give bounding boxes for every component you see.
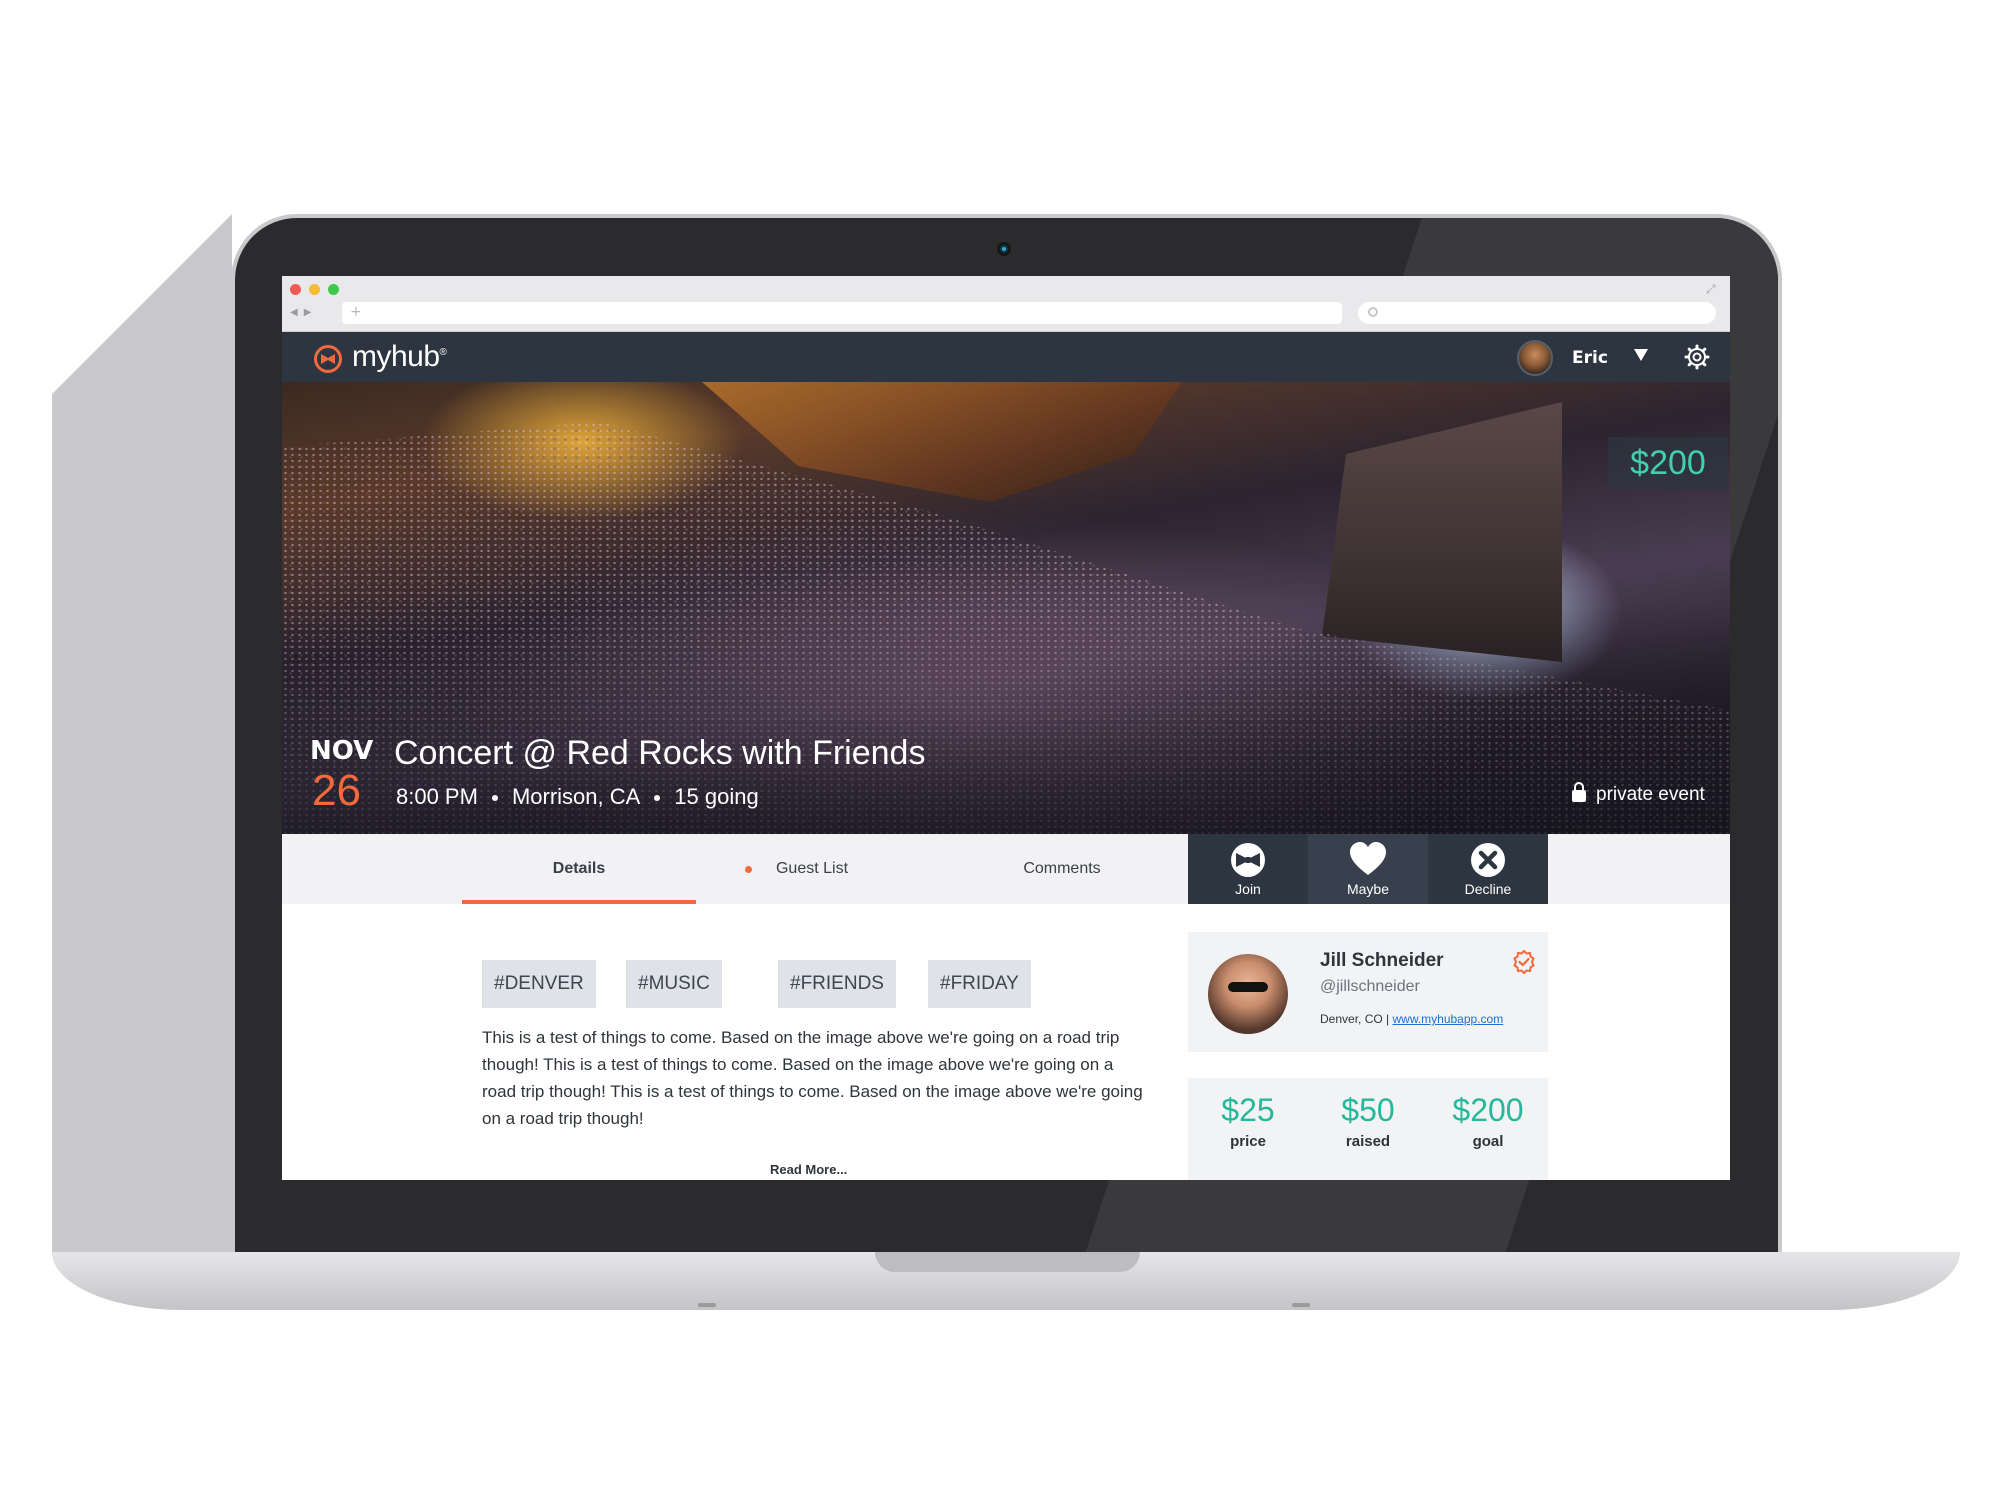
host-location-text: Denver, CO |: [1320, 1012, 1393, 1026]
stat-goal: $200 goal: [1428, 1092, 1548, 1150]
laptop-hinge-notch: [875, 1252, 1140, 1272]
host-website-link[interactable]: www.myhubapp.com: [1392, 1012, 1503, 1026]
bowtie-icon: [1231, 843, 1265, 877]
laptop-foot: [1292, 1303, 1310, 1307]
bowtie-logo-icon[interactable]: [314, 345, 342, 373]
user-name[interactable]: Eric: [1572, 348, 1608, 368]
stat-raised: $50 raised: [1308, 1092, 1428, 1150]
decline-button[interactable]: Decline: [1428, 834, 1548, 904]
hashtag-chip[interactable]: #MUSIC: [626, 960, 722, 1008]
tab-guest-list[interactable]: Guest List: [742, 834, 882, 904]
stat-label: goal: [1472, 1133, 1504, 1150]
event-month: NOV: [310, 736, 374, 766]
webcam: [997, 242, 1011, 256]
event-going-count[interactable]: 15 going: [674, 784, 758, 809]
logo-text: myhub: [352, 340, 440, 373]
logo-trademark: ®: [439, 347, 447, 358]
verified-badge-icon: [1513, 950, 1535, 974]
address-bar[interactable]: +: [342, 302, 1342, 324]
stat-price: $25 price: [1188, 1092, 1308, 1150]
event-day: 26: [312, 766, 361, 815]
window-zoom-button[interactable]: [328, 284, 339, 295]
host-name[interactable]: Jill Schneider: [1320, 950, 1444, 972]
stat-value: $25: [1221, 1092, 1275, 1128]
app-logo[interactable]: myhub®: [352, 340, 447, 374]
stat-label: price: [1230, 1133, 1266, 1150]
host-avatar[interactable]: [1208, 954, 1288, 1034]
stat-value: $50: [1341, 1092, 1395, 1128]
meta-separator: [654, 795, 661, 802]
join-button[interactable]: Join: [1188, 834, 1308, 904]
laptop-screen: ◀▶ + ⤢ myhub® Eric $200 NOV 26 Concert @…: [282, 276, 1730, 1180]
stat-label: raised: [1345, 1133, 1391, 1150]
hashtag-chip[interactable]: #FRIDAY: [928, 960, 1031, 1008]
browser-nav-arrows-icon[interactable]: ◀▶: [290, 304, 328, 322]
lock-icon: [1572, 782, 1586, 802]
hashtag-chip[interactable]: #FRIENDS: [778, 960, 896, 1008]
window-close-button[interactable]: [290, 284, 301, 295]
close-circle-icon: [1471, 843, 1505, 877]
event-location: Morrison, CA: [511, 784, 641, 809]
rsvp-actions: Join Maybe Decline: [1188, 834, 1548, 904]
host-location: Denver, CO | www.myhubapp.com: [1320, 1012, 1503, 1026]
privacy-label: private event: [1596, 784, 1705, 805]
fullscreen-icon[interactable]: ⤢: [1706, 282, 1716, 297]
browser-chrome: ◀▶ + ⤢: [282, 276, 1730, 332]
maybe-button[interactable]: Maybe: [1308, 834, 1428, 904]
host-handle: @jillschneider: [1320, 978, 1420, 995]
join-label: Join: [1235, 881, 1261, 897]
heart-icon: [1350, 842, 1386, 875]
decline-label: Decline: [1464, 881, 1512, 897]
event-hero-image: $200 NOV 26 Concert @ Red Rocks with Fri…: [282, 382, 1730, 834]
funding-stats: $25 price $50 raised $200 goal: [1188, 1078, 1548, 1180]
host-profile-card[interactable]: Jill Schneider @jillschneider Denver, CO…: [1188, 932, 1548, 1052]
event-title: Concert @ Red Rocks with Friends: [394, 734, 926, 772]
event-tabbar: Details Guest List Comments Join Maybe D…: [282, 834, 1730, 904]
window-minimize-button[interactable]: [309, 284, 320, 295]
gear-icon[interactable]: [1684, 344, 1710, 370]
event-description: This is a test of things to come. Based …: [482, 1028, 1143, 1128]
browser-search-input[interactable]: [1358, 302, 1716, 324]
new-tab-plus-icon[interactable]: +: [350, 304, 362, 320]
maybe-label: Maybe: [1346, 881, 1390, 897]
app-header: myhub® Eric: [282, 332, 1730, 382]
event-time: 8:00 PM: [396, 784, 478, 809]
chevron-down-icon[interactable]: [1634, 349, 1648, 361]
laptop-foot: [698, 1303, 716, 1307]
stat-value: $200: [1452, 1092, 1524, 1128]
search-icon: [1368, 307, 1378, 317]
user-avatar[interactable]: [1517, 340, 1553, 376]
event-meta: 8:00 PM Morrison, CA 15 going: [396, 784, 759, 810]
meta-separator: [491, 795, 498, 802]
tab-comments[interactable]: Comments: [982, 834, 1142, 904]
price-badge: $200: [1608, 437, 1728, 489]
tab-details[interactable]: Details: [462, 834, 696, 904]
read-more-link[interactable]: Read More...: [770, 1162, 847, 1177]
hashtag-chip[interactable]: #DENVER: [482, 960, 596, 1008]
